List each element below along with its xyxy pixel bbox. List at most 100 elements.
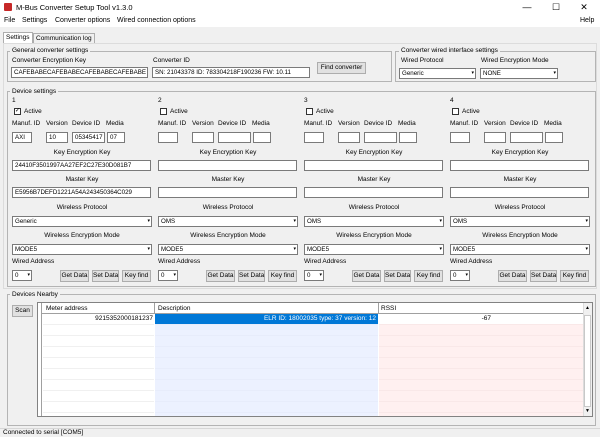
find-converter-button[interactable]: Find converter — [317, 62, 366, 74]
menu-file[interactable]: File — [4, 17, 15, 24]
master-key-field[interactable] — [450, 187, 589, 198]
wired-enc-mode-value: NONE — [483, 70, 501, 77]
set-data-button[interactable]: Set Data — [384, 270, 411, 282]
dropdown-arrow-icon: ▾ — [147, 246, 150, 252]
active-checkbox[interactable] — [452, 108, 459, 115]
device-id-field[interactable] — [510, 132, 543, 143]
dropdown-arrow-icon: ▾ — [471, 70, 474, 76]
version-field[interactable]: 10 — [46, 132, 68, 143]
set-data-button[interactable]: Set Data — [530, 270, 557, 282]
manuf-id-field[interactable] — [304, 132, 324, 143]
menu-settings[interactable]: Settings — [22, 17, 47, 24]
key-encryption-key-field[interactable] — [450, 160, 589, 171]
close-button[interactable]: ✕ — [573, 0, 595, 14]
master-key-field[interactable] — [158, 187, 297, 198]
media-field[interactable] — [545, 132, 563, 143]
wired-address-select[interactable]: 0 ▾ — [304, 270, 324, 281]
general-settings-label: General converter settings — [10, 47, 91, 54]
menu-wired-connection-options[interactable]: Wired connection options — [117, 17, 196, 24]
version-field[interactable] — [484, 132, 506, 143]
wired-address-select[interactable]: 0 ▾ — [158, 270, 178, 281]
minimize-button[interactable]: — — [516, 0, 538, 14]
key-encryption-key-field[interactable]: 24410F3501997AA27EF2C27E30D081B7 — [12, 160, 151, 171]
tab-settings[interactable]: Settings — [3, 32, 33, 43]
wireless-protocol-select[interactable]: Generic ▾ — [12, 216, 152, 227]
device-number: 2 — [158, 97, 162, 104]
devices-grid[interactable]: Meter address Description RSSI 921535200… — [37, 302, 593, 417]
version-field[interactable] — [338, 132, 360, 143]
media-field[interactable] — [399, 132, 417, 143]
get-data-button[interactable]: Get Data — [498, 270, 527, 282]
media-field[interactable] — [253, 132, 271, 143]
device-number: 1 — [12, 97, 16, 104]
key-find-button[interactable]: Key find — [122, 270, 151, 282]
device-id-label: Device ID — [218, 120, 247, 127]
active-checkbox[interactable]: ✓ — [14, 108, 21, 115]
wireless-enc-mode-select[interactable]: MODE5 ▾ — [450, 244, 590, 255]
key-encryption-key-field[interactable] — [158, 160, 297, 171]
column-rssi[interactable]: RSSI — [381, 305, 396, 313]
wireless-protocol-select[interactable]: OMS ▾ — [158, 216, 298, 227]
wireless-enc-mode-select-value: MODE5 — [307, 246, 330, 253]
device-id-label: Device ID — [364, 120, 393, 127]
menu-help[interactable]: Help — [580, 17, 594, 24]
master-key-field[interactable] — [304, 187, 443, 198]
scroll-down-icon[interactable]: ▼ — [583, 407, 592, 416]
column-meter-address[interactable]: Meter address — [46, 305, 88, 313]
scroll-up-icon[interactable]: ▲ — [583, 304, 592, 313]
version-field[interactable] — [192, 132, 214, 143]
column-description[interactable]: Description — [158, 305, 191, 313]
encryption-key-field[interactable]: CAFEBABECAFEBABECAFEBABECAFEBABE — [11, 67, 148, 78]
wired-address-label: Wired Address — [12, 258, 55, 265]
wireless-enc-mode-select-value: MODE5 — [15, 246, 38, 253]
maximize-button[interactable]: ☐ — [545, 0, 567, 14]
key-find-button[interactable]: Key find — [268, 270, 297, 282]
status-text: Connected to serial [COM5] — [3, 429, 84, 436]
set-data-button[interactable]: Set Data — [92, 270, 119, 282]
converter-id-field[interactable]: SN: 21043378 ID: 783304218F190236 FW: 10… — [152, 67, 310, 78]
version-label: Version — [192, 120, 214, 127]
device-id-field[interactable] — [364, 132, 397, 143]
wireless-protocol-select[interactable]: OMS ▾ — [450, 216, 590, 227]
scroll-thumb[interactable] — [584, 315, 591, 407]
manuf-id-label: Manuf. ID — [304, 120, 333, 127]
master-key-field[interactable]: E5956B7DEFD1221A54A243450364C029 — [12, 187, 151, 198]
wired-address-label: Wired Address — [450, 258, 493, 265]
manuf-id-field[interactable] — [158, 132, 178, 143]
active-label: Active — [462, 108, 480, 115]
device-id-field[interactable]: 05345417 — [72, 132, 105, 143]
get-data-button[interactable]: Get Data — [352, 270, 381, 282]
wired-protocol-select[interactable]: Generic ▾ — [399, 68, 476, 79]
scan-button[interactable]: Scan — [12, 305, 33, 317]
manuf-id-field[interactable] — [450, 132, 470, 143]
row-meter-address[interactable]: 9215352000181237 — [43, 315, 153, 323]
row-rssi[interactable]: -67 — [379, 315, 491, 323]
key-encryption-key-field[interactable] — [304, 160, 443, 171]
devices-nearby-label: Devices Nearby — [10, 291, 60, 298]
wireless-enc-mode-select[interactable]: MODE5 ▾ — [12, 244, 152, 255]
key-find-button[interactable]: Key find — [560, 270, 589, 282]
manuf-id-field[interactable]: AXI — [12, 132, 32, 143]
row-description[interactable]: ELR ID: 18002035 type: 37 version: 12 — [155, 315, 376, 323]
menu-converter-options[interactable]: Converter options — [55, 17, 110, 24]
wireless-enc-mode-select[interactable]: MODE5 ▾ — [304, 244, 444, 255]
wireless-protocol-select[interactable]: OMS ▾ — [304, 216, 444, 227]
wireless-enc-mode-select[interactable]: MODE5 ▾ — [158, 244, 298, 255]
get-data-button[interactable]: Get Data — [206, 270, 235, 282]
active-label: Active — [316, 108, 334, 115]
active-checkbox[interactable] — [306, 108, 313, 115]
wired-enc-mode-select[interactable]: NONE ▾ — [480, 68, 558, 79]
wired-address-select[interactable]: 0 ▾ — [450, 270, 470, 281]
wired-address-select[interactable]: 0 ▾ — [12, 270, 32, 281]
set-data-button[interactable]: Set Data — [238, 270, 265, 282]
wireless-protocol-label: Wireless Protocol — [348, 204, 400, 211]
active-checkbox[interactable] — [160, 108, 167, 115]
media-field[interactable]: 07 — [107, 132, 125, 143]
media-label: Media — [544, 120, 562, 127]
device-id-field[interactable] — [218, 132, 251, 143]
device-settings-label: Device settings — [10, 88, 59, 95]
get-data-button[interactable]: Get Data — [60, 270, 89, 282]
dropdown-arrow-icon: ▾ — [439, 218, 442, 224]
wired-address-label: Wired Address — [158, 258, 201, 265]
key-find-button[interactable]: Key find — [414, 270, 443, 282]
